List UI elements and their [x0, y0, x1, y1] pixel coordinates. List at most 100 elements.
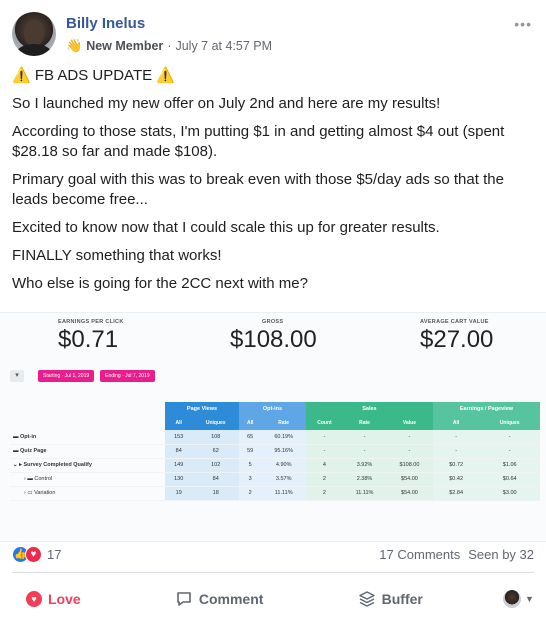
col-header: All: [238, 416, 262, 430]
comment-label: Comment: [198, 591, 264, 607]
row-label: › ▭ Variation: [10, 486, 165, 501]
cell: -: [479, 430, 540, 445]
engagement-bar: 👍 ♥ 17 17 Comments Seen by 32: [12, 544, 534, 564]
cell: $0.42: [432, 472, 480, 487]
col-header: Rate: [261, 416, 306, 430]
table-row[interactable]: › ▬ Control 130 84 3 3.57% 2 2.38% $54.0…: [10, 472, 540, 487]
table-row[interactable]: ⌄ ▸ Survey Completed Qualify 149 102 5 4…: [10, 458, 540, 473]
group-page-views: Page Views: [165, 402, 239, 416]
cell: -: [342, 444, 387, 459]
cell: 4.90%: [261, 458, 306, 473]
warning-icon: ⚠️: [12, 67, 31, 84]
cell: -: [479, 444, 540, 459]
cell: 62: [192, 444, 239, 459]
start-date-pill[interactable]: Starting · Jul 1, 2019: [38, 370, 95, 382]
cell: 149: [165, 458, 193, 473]
chevron-down-icon: ▼: [525, 594, 534, 604]
buffer-button[interactable]: Buffer: [344, 584, 437, 614]
cell: $3.00: [479, 486, 540, 501]
cell: 18: [192, 486, 239, 501]
post-paragraph: FINALLY something that works!: [12, 247, 222, 264]
row-label: ▬ Quiz Page: [10, 444, 165, 459]
post-body: ⚠️ FB ADS UPDATE ⚠️ So I launched my new…: [12, 66, 536, 302]
post-paragraph: Who else is going for the 2CC next with …: [12, 275, 308, 292]
kpi-gross: Gross $108.00: [230, 319, 317, 353]
cell: 2.38%: [342, 472, 387, 487]
more-options-icon[interactable]: •••: [514, 16, 532, 32]
table-row[interactable]: ▬ Quiz Page 84 62 59 95.16% - - - - -: [10, 444, 540, 459]
group-sales: Sales: [305, 402, 433, 416]
cell: 11.11%: [261, 486, 306, 501]
group-opt-ins: Opt-ins: [238, 402, 306, 416]
end-date-pill[interactable]: Ending · Jul 7, 2019: [100, 370, 155, 382]
group-earnings: Earnings / Pageview: [432, 402, 540, 416]
cell: 2: [238, 486, 262, 501]
row-label: ⌄ ▸ Survey Completed Qualify: [10, 458, 165, 473]
kpi-earnings-per-click: Earnings per click $0.71: [58, 319, 124, 353]
buffer-label: Buffer: [381, 591, 423, 607]
comment-button[interactable]: Comment: [161, 584, 278, 614]
cell: $54.00: [386, 472, 433, 487]
stats-table: Page Views Opt-ins Sales Earnings / Page…: [10, 402, 540, 501]
kpi-average-cart-value: Average cart value $27.00: [420, 319, 494, 353]
col-header: Uniques: [192, 416, 239, 430]
cell: 3: [238, 472, 262, 487]
table-row[interactable]: › ▭ Variation 19 18 2 11.11% 2 11.11% $5…: [10, 486, 540, 501]
table-group-header: Page Views Opt-ins Sales Earnings / Page…: [10, 402, 540, 416]
author-name[interactable]: Billy Inelus: [66, 15, 145, 32]
post-timestamp[interactable]: July 7 at 4:57 PM: [175, 39, 272, 53]
cell: $108.00: [386, 458, 433, 473]
action-bar: ♥ Love Comment Buffer ▼: [12, 583, 534, 615]
cell: 153: [165, 430, 193, 445]
cell: 102: [192, 458, 239, 473]
seen-by[interactable]: Seen by 32: [468, 547, 534, 562]
post-as-selector[interactable]: ▼: [503, 590, 534, 608]
col-header: All: [165, 416, 193, 430]
cell: $2.84: [432, 486, 480, 501]
post-title-line: ⚠️ FB ADS UPDATE ⚠️: [12, 66, 536, 86]
cell: 4: [305, 458, 343, 473]
cell: -: [386, 444, 433, 459]
cell: 2: [305, 472, 343, 487]
meta-dot: ·: [167, 39, 172, 53]
love-label: Love: [48, 591, 81, 607]
cell: -: [386, 430, 433, 445]
post-meta: 👋 New Member · July 7 at 4:57 PM: [66, 38, 272, 54]
reactions-summary[interactable]: 👍 ♥ 17: [12, 545, 62, 563]
cell: 60.19%: [261, 430, 306, 445]
author-avatar[interactable]: [12, 12, 56, 56]
cell: $54.00: [386, 486, 433, 501]
cell: 84: [165, 444, 193, 459]
col-header: Count: [305, 416, 343, 430]
comment-icon: [177, 592, 191, 606]
comments-count[interactable]: 17 Comments: [379, 547, 460, 562]
post-paragraph: So I launched my new offer on July 2nd a…: [12, 95, 441, 112]
cell: $0.72: [432, 458, 480, 473]
cell: -: [305, 430, 343, 445]
cell: -: [305, 444, 343, 459]
love-button[interactable]: ♥ Love: [12, 585, 95, 613]
cell: -: [432, 430, 480, 445]
wave-icon: 👋: [66, 38, 83, 53]
cell: 59: [238, 444, 262, 459]
stats-screenshot[interactable]: Earnings per click $0.71 Gross $108.00 A…: [0, 312, 546, 542]
cell: -: [342, 430, 387, 445]
col-header: Uniques: [479, 416, 540, 430]
table-row[interactable]: ▬ Opt-in 153 108 65 60.19% - - - - -: [10, 430, 540, 445]
cell: 3.57%: [261, 472, 306, 487]
cell: 2: [305, 486, 343, 501]
divider: [12, 572, 534, 573]
buffer-icon: [358, 591, 375, 607]
cell: 95.16%: [261, 444, 306, 459]
member-badge: New Member: [86, 39, 164, 53]
cell: 19: [165, 486, 193, 501]
love-icon: ♥: [26, 591, 42, 607]
cell: 130: [165, 472, 193, 487]
post-paragraph: Excited to know now that I could scale t…: [12, 219, 440, 236]
col-header: All: [432, 416, 480, 430]
filter-icon[interactable]: ▾: [10, 370, 24, 382]
reaction-count: 17: [47, 546, 62, 562]
cell: 65: [238, 430, 262, 445]
post-paragraph: According to those stats, I'm putting $1…: [12, 123, 505, 160]
cell: 108: [192, 430, 239, 445]
